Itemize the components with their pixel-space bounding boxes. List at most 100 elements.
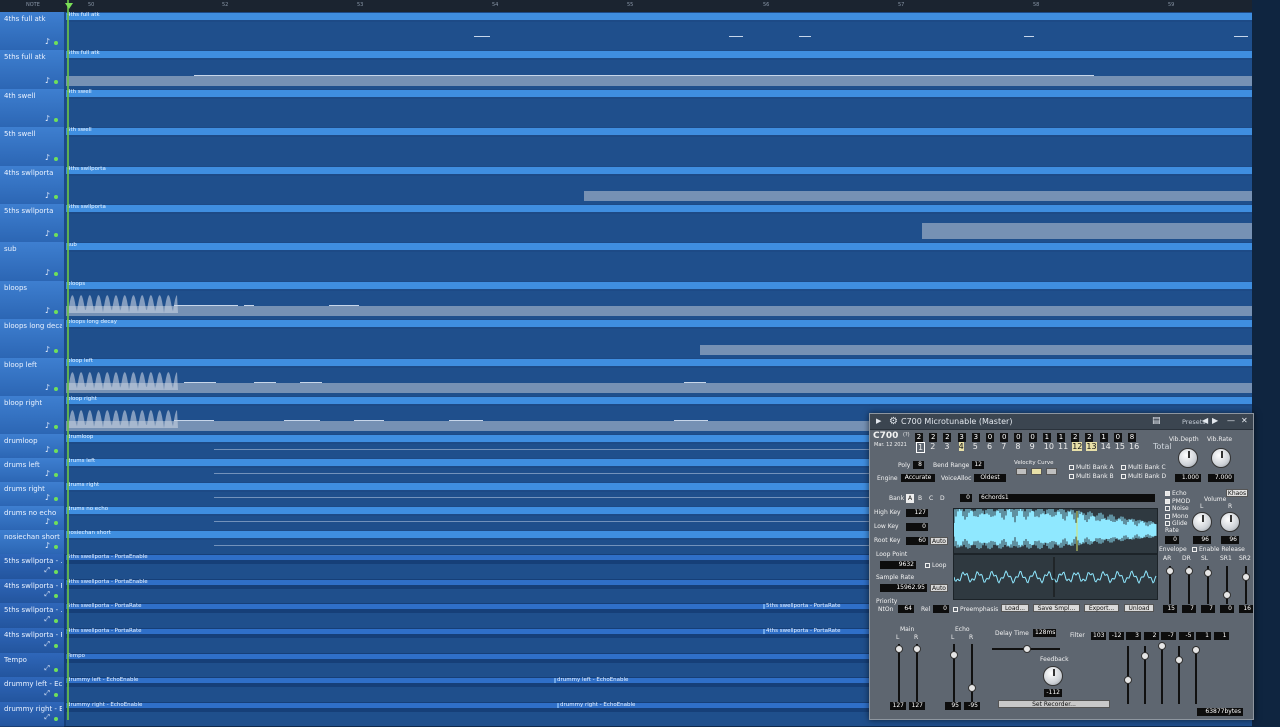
mono-checkbox[interactable] [1165,513,1170,519]
load-button[interactable]: Load... [1001,604,1029,612]
channel-8-button[interactable]: 8 [1015,442,1020,451]
program-name-field[interactable]: 6chords1 [979,494,1155,502]
track-active-led[interactable] [54,271,58,276]
delay-time-value[interactable]: 128ms [1033,629,1056,637]
filter-tap-3-knob[interactable] [1175,656,1183,664]
track-lane[interactable]: bloops [64,280,1252,321]
filter-tap-7-value[interactable]: 1 [1213,632,1229,640]
track-active-led[interactable] [54,386,58,391]
filter-tap-4-value[interactable]: -7 [1161,632,1176,640]
track-active-led[interactable] [54,619,58,624]
channel-16-button[interactable]: 16 [1129,442,1139,451]
envelope-sl-value[interactable]: 7 [1201,605,1215,613]
echo-right-slider[interactable] [971,644,973,704]
gear-icon[interactable]: ⚙ [889,416,898,427]
track-header[interactable]: drummy left - Ech... ⤢ [0,677,64,703]
filter-tap-6-value[interactable]: 1 [1196,632,1211,640]
clip-split[interactable] [763,604,765,610]
track-active-led[interactable] [54,668,58,673]
pmod-checkbox[interactable] [1165,498,1170,504]
channel-7-button[interactable]: 7 [1001,442,1006,451]
track-lane[interactable]: bloops long decay [64,319,1252,359]
filter-tap-4-slider[interactable] [1195,646,1197,704]
track-active-led[interactable] [54,643,58,648]
volume-left-value[interactable]: 96 [1193,536,1211,544]
low-key-value[interactable]: 0 [906,523,928,531]
track-header[interactable]: nosiechan short ♪ [0,530,64,556]
multi-bank-a-checkbox[interactable] [1069,465,1074,470]
track-lane[interactable]: sub [64,242,1252,282]
track-header[interactable]: bloops ♪ [0,280,64,321]
clip-header[interactable] [66,320,1252,328]
collapse-arrow-icon[interactable]: ▶ [876,417,881,425]
echo-left-value[interactable]: 95 [945,702,961,710]
envelope-sl-knob[interactable] [1204,569,1212,577]
multi-bank-c-checkbox[interactable] [1121,465,1126,470]
track-header[interactable]: 5ths swllporta - ... ⤢ [0,554,64,580]
root-key-value[interactable]: 60 [906,537,928,545]
channel-6-button[interactable]: 6 [987,442,992,451]
track-active-led[interactable] [54,425,58,430]
track-header[interactable]: 5th swell ♪ [0,127,64,167]
filter-tap-2-slider[interactable] [1161,646,1163,704]
rate-value[interactable]: 0 [1165,536,1179,544]
track-active-led[interactable] [54,692,58,697]
track-header[interactable]: 4th swell ♪ [0,88,64,129]
envelope-dr-knob[interactable] [1185,567,1193,575]
track-active-led[interactable] [54,569,58,574]
main-right-slider-knob[interactable] [913,645,921,653]
clip-header[interactable] [66,89,1252,97]
loop-point-value[interactable]: 9632 [880,561,916,569]
channel-15-button[interactable]: 15 [1115,442,1125,451]
bank-b-button[interactable]: B [918,495,922,502]
velocity-curve-linear[interactable] [1031,468,1042,475]
noteon-priority-value[interactable]: 64 [898,605,914,613]
clip-split[interactable] [763,629,765,635]
loop-checkbox[interactable] [925,563,930,568]
track-header[interactable]: 5ths full atk ♪ [0,50,64,90]
khaos-button[interactable]: Khaos [1226,489,1248,497]
track-active-led[interactable] [54,521,58,526]
bank-d-button[interactable]: D [940,495,945,502]
root-key-auto-button[interactable]: Auto [930,537,948,545]
plugin-window[interactable]: ▶ ⚙ C700 Microtunable (Master) ▤ Presets… [869,413,1254,720]
track-lane[interactable]: 5ths swllporta [64,203,1252,244]
waveform-display[interactable] [953,505,1158,554]
track-active-led[interactable] [54,473,58,478]
envelope-ar-knob[interactable] [1166,567,1174,575]
track-lane[interactable]: 4ths swllporta [64,165,1252,205]
clip-header[interactable] [66,13,1252,20]
channel-10-button[interactable]: 10 [1044,442,1054,451]
filter-tap-2-knob[interactable] [1158,642,1166,650]
main-left-slider-knob[interactable] [895,645,903,653]
echo-left-slider-knob[interactable] [950,651,958,659]
track-header[interactable]: 5ths swllporta ♪ [0,203,64,244]
main-left-slider[interactable] [898,644,900,704]
clip-header[interactable] [66,166,1252,174]
filter-tap-3-value[interactable]: 2 [1143,632,1159,640]
clip-split[interactable] [557,702,559,708]
vib-depth-value[interactable]: 1.000 [1175,474,1201,482]
volume-left-knob[interactable] [1192,512,1212,532]
delay-time-slider-knob[interactable] [1023,645,1031,653]
track-header[interactable]: 4ths swllporta - P... ⤢ [0,628,64,654]
track-active-led[interactable] [54,594,58,599]
channel-3-button[interactable]: 3 [944,442,949,451]
filter-tap-4-knob[interactable] [1192,646,1200,654]
track-header[interactable]: drums no echo ♪ [0,506,64,532]
feedback-knob[interactable] [1043,666,1063,686]
track-header[interactable]: 5ths swllporta - ... ⤢ [0,603,64,630]
set-recorder-button[interactable]: Set Recorder... [998,700,1110,708]
bend-range-value[interactable]: 12 [972,461,984,469]
envelope-sr1-value[interactable]: 0 [1220,605,1234,613]
track-active-led[interactable] [54,717,58,722]
track-active-led[interactable] [54,449,58,454]
filter-tap-2-value[interactable]: 3 [1126,632,1141,640]
feedback-value[interactable]: -112 [1044,689,1062,697]
voice-alloc-select[interactable]: Oldest [974,474,1006,482]
minimize-icon[interactable]: — [1227,416,1235,425]
preset-next-icon[interactable]: ▶ [1212,416,1218,425]
loop-waveform-display[interactable] [953,554,1158,600]
channel-12-button[interactable]: 12 [1072,442,1083,451]
vib-depth-knob[interactable] [1178,448,1198,468]
